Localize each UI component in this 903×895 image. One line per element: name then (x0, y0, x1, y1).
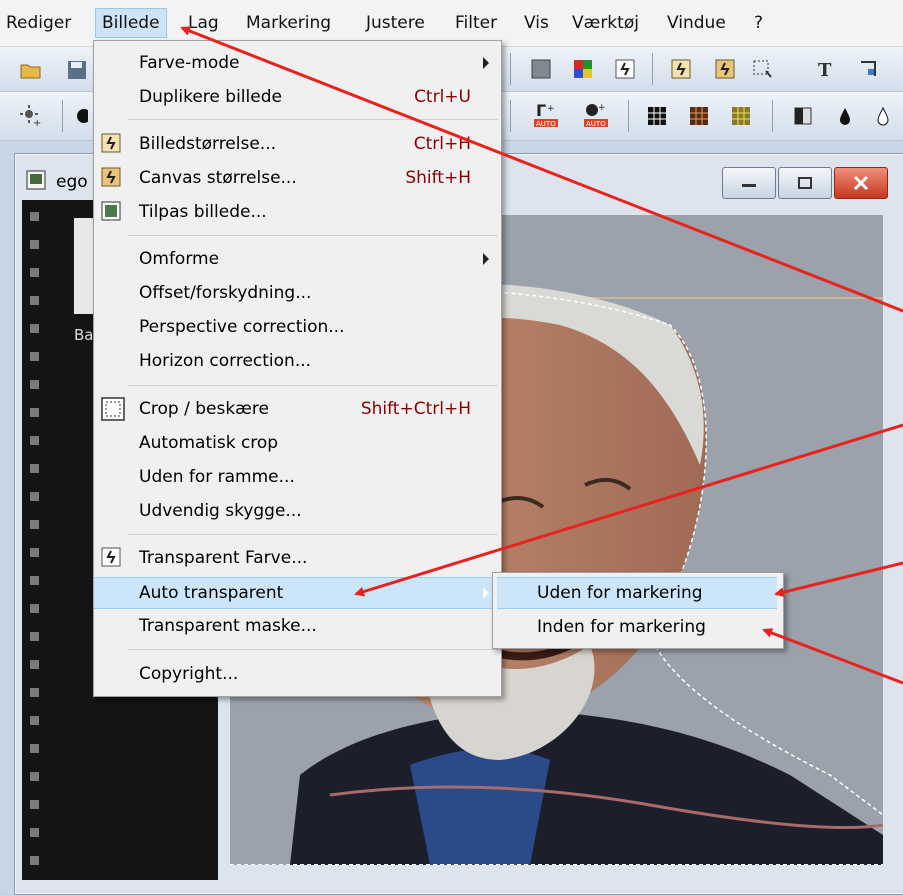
half-square-icon[interactable] (790, 103, 816, 129)
shortcut-label: Ctrl+U (414, 87, 471, 107)
menu-item-billedstorrelse[interactable]: Billedstørrelse... Ctrl+H (94, 129, 501, 159)
svg-text:AUTO: AUTO (586, 120, 606, 128)
menu-filter[interactable]: Filter (449, 9, 503, 37)
text-tool-icon[interactable]: T (812, 56, 838, 82)
gamma-auto-icon[interactable]: Γ + AUTO (532, 101, 558, 128)
billede-menu: Farve-mode Duplikere billede Ctrl+U Bill… (93, 40, 502, 697)
menu-item-automatisk-crop[interactable]: Automatisk crop (94, 428, 501, 458)
menu-item-transparent-farve[interactable]: Transparent Farve... (94, 543, 501, 573)
svg-text:+: + (547, 104, 555, 114)
document-title: ego (56, 172, 88, 192)
svg-text:T: T (818, 60, 832, 79)
menu-item-crop[interactable]: Crop / beskære Shift+Ctrl+H (94, 394, 501, 424)
transparent-color-icon (101, 547, 121, 567)
menu-item-omforme[interactable]: Omforme (94, 244, 501, 274)
menu-item-auto-transparent[interactable]: Auto transparent (94, 577, 501, 609)
submenu-arrow-icon (483, 57, 489, 69)
menu-item-udvendig-skygge[interactable]: Udvendig skygge... (94, 496, 501, 526)
close-button[interactable] (834, 167, 888, 199)
canvas-size-icon[interactable] (712, 56, 738, 82)
contrast-icon[interactable] (68, 103, 94, 129)
menu-item-copyright[interactable]: Copyright... (94, 659, 501, 689)
canvas-size-icon (101, 167, 121, 187)
grid-filter-icon[interactable] (644, 103, 670, 129)
shortcut-label: Shift+H (405, 168, 471, 188)
menu-rediger[interactable]: Rediger (0, 9, 77, 37)
auto-transparent-submenu: Uden for markering Inden for markering (492, 572, 784, 649)
resize-icon (101, 133, 121, 153)
document-icon (26, 170, 46, 190)
menu-item-transparent-maske[interactable]: Transparent maske... (94, 611, 501, 641)
shortcut-label: Ctrl+H (413, 134, 471, 154)
menu-vindue[interactable]: Vindue (661, 9, 732, 37)
menu-item-perspective-correction[interactable]: Perspective correction... (94, 312, 501, 342)
menu-item-canvas-storrelse[interactable]: Canvas størrelse... Shift+H (94, 163, 501, 193)
menu-markering[interactable]: Markering (240, 9, 337, 37)
crop-icon (100, 396, 126, 422)
menu-help[interactable]: ? (748, 9, 769, 37)
brightness-icon[interactable]: + (18, 103, 44, 129)
submenu-arrow-icon (483, 253, 489, 265)
svg-text:+: + (33, 118, 41, 127)
svg-text:AUTO: AUTO (536, 120, 556, 128)
maximize-button[interactable] (778, 167, 832, 199)
submenu-item-uden-for-markering[interactable]: Uden for markering (497, 577, 777, 609)
grid-filter-yellow-icon[interactable] (728, 103, 754, 129)
selection-icon[interactable] (750, 56, 776, 82)
gray-square-icon[interactable] (528, 56, 554, 82)
menu-vaerktoej[interactable]: Værktøj (566, 9, 645, 37)
menu-lag[interactable]: Lag (182, 9, 225, 37)
grid-filter-brown-icon[interactable] (686, 103, 712, 129)
menu-vis[interactable]: Vis (518, 9, 555, 37)
submenu-arrow-icon (483, 587, 489, 599)
svg-text:Γ: Γ (536, 101, 546, 120)
open-folder-icon[interactable] (18, 57, 44, 83)
crop-tool-icon[interactable] (856, 56, 882, 82)
fit-image-icon (101, 201, 121, 221)
save-icon[interactable] (64, 57, 90, 83)
menu-justere[interactable]: Justere (360, 9, 431, 37)
menu-item-duplikere-billede[interactable]: Duplikere billede Ctrl+U (94, 82, 501, 112)
shortcut-label: Shift+Ctrl+H (360, 399, 471, 419)
menu-item-farve-mode[interactable]: Farve-mode (94, 48, 501, 78)
drop-icon[interactable] (832, 103, 858, 129)
menu-item-tilpas-billede[interactable]: Tilpas billede... (94, 197, 501, 227)
resize-icon[interactable] (668, 56, 694, 82)
menu-item-offset[interactable]: Offset/forskydning... (94, 278, 501, 308)
contrast-auto-icon[interactable]: + AUTO (582, 102, 608, 128)
layer-thumbnail-label: Ba (74, 326, 94, 344)
svg-text:+: + (598, 103, 606, 113)
submenu-item-inden-for-markering[interactable]: Inden for markering (493, 612, 783, 642)
minimize-button[interactable] (722, 167, 776, 199)
transparent-figure-icon[interactable] (612, 56, 638, 82)
drop-outline-icon[interactable] (872, 103, 898, 129)
menu-billede[interactable]: Billede (95, 8, 167, 38)
palette-icon[interactable] (570, 56, 596, 82)
menu-item-horizon-correction[interactable]: Horizon correction... (94, 346, 501, 376)
menu-item-uden-for-ramme[interactable]: Uden for ramme... (94, 462, 501, 492)
